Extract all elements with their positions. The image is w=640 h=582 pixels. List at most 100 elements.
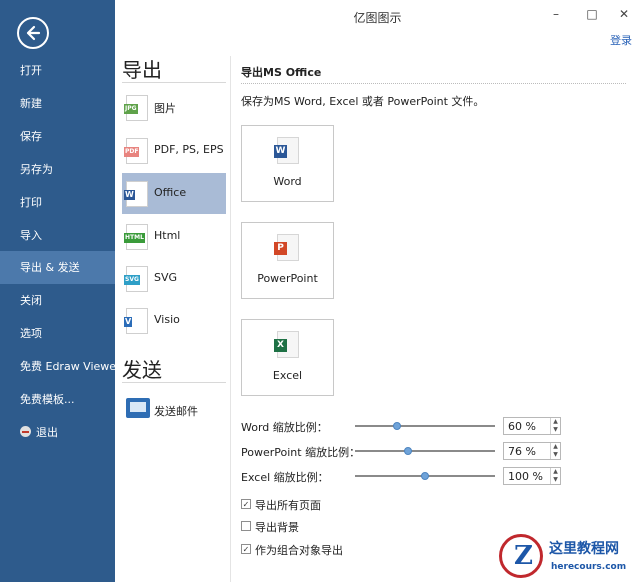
word-scale-row: Word 缩放比例： 60 % ▲ ▼ xyxy=(241,417,561,435)
format-visio[interactable]: V Visio xyxy=(122,300,226,341)
sidebar-item-edraw-viewer[interactable]: 免费 Edraw Viewer xyxy=(0,350,115,383)
jpg-icon: JPG xyxy=(124,95,148,121)
sidebar-item-exit-label: 退出 xyxy=(36,426,58,439)
pdf-icon: PDF xyxy=(124,138,148,164)
format-svg[interactable]: SVG SVG xyxy=(122,258,226,299)
word-scale-slider[interactable] xyxy=(355,425,495,427)
sidebar-item-new[interactable]: 新建 xyxy=(0,87,115,120)
stepper-arrows-icon[interactable]: ▲ ▼ xyxy=(550,418,560,434)
export-word-button[interactable]: W Word xyxy=(241,125,334,202)
word-icon: W xyxy=(124,181,148,207)
export-divider xyxy=(122,82,226,83)
sidebar-item-print[interactable]: 打印 xyxy=(0,186,115,219)
format-svg-label: SVG xyxy=(154,271,178,284)
powerpoint-scale-label: PowerPoint 缩放比例： xyxy=(241,446,361,459)
word-icon: W xyxy=(274,137,299,164)
excel-scale-slider-thumb[interactable] xyxy=(421,472,429,480)
svg-icon: SVG xyxy=(124,266,148,292)
sidebar-item-open[interactable]: 打开 xyxy=(0,54,115,87)
watermark-logo-letter: Z xyxy=(514,541,533,571)
maximize-button[interactable]: □ xyxy=(584,6,600,22)
html-icon: HTML xyxy=(124,224,148,250)
export-heading: 导出 xyxy=(122,58,162,82)
sidebar: 打开 新建 保存 另存为 打印 导入 导出 & 发送 关闭 选项 免费 Edra… xyxy=(0,0,115,582)
excel-label: Excel xyxy=(272,369,303,382)
format-html-label: Html xyxy=(154,229,181,242)
back-arrow-icon[interactable] xyxy=(17,17,49,49)
sidebar-item-export-send[interactable]: 导出 & 发送 xyxy=(0,251,115,284)
sidebar-item-import[interactable]: 导入 xyxy=(0,219,115,252)
word-label: Word xyxy=(273,175,302,188)
format-column: 导出 JPG 图片 PDF PDF, PS, EPS W Office HTML… xyxy=(115,32,230,582)
powerpoint-icon: P xyxy=(274,234,299,261)
format-image[interactable]: JPG 图片 xyxy=(122,87,226,128)
stepper-arrows-icon[interactable]: ▲ ▼ xyxy=(550,443,560,459)
panel-description: 保存为MS Word, Excel 或者 PowerPoint 文件。 xyxy=(241,95,485,108)
powerpoint-scale-value: 76 % xyxy=(508,445,536,458)
watermark-url: herecours.com xyxy=(551,562,627,572)
excel-scale-stepper[interactable]: 100 % ▲ ▼ xyxy=(503,467,561,485)
pdf-tag: PDF xyxy=(124,147,140,157)
sidebar-item-exit[interactable]: 退出 xyxy=(0,416,115,449)
word-scale-label: Word 缩放比例： xyxy=(241,421,328,434)
export-background-checkbox[interactable] xyxy=(241,521,251,531)
visio-icon: V xyxy=(124,308,148,334)
sidebar-item-close[interactable]: 关闭 xyxy=(0,284,115,317)
format-office-label: Office xyxy=(154,186,187,199)
export-background-label: 导出背景 xyxy=(255,521,299,534)
site-watermark: Z 这里教程网 herecours.com xyxy=(489,532,640,582)
format-visio-label: Visio xyxy=(154,313,180,326)
powerpoint-scale-row: PowerPoint 缩放比例： 76 % ▲ ▼ xyxy=(241,442,561,460)
send-heading: 发送 xyxy=(122,358,162,382)
sidebar-item-save-as[interactable]: 另存为 xyxy=(0,153,115,186)
sidebar-item-save[interactable]: 保存 xyxy=(0,120,115,153)
excel-scale-label: Excel 缩放比例： xyxy=(241,471,329,484)
export-as-group-label: 作为组合对象导出 xyxy=(255,544,343,557)
watermark-name: 这里教程网 xyxy=(549,541,619,557)
format-pdf[interactable]: PDF PDF, PS, EPS xyxy=(122,130,226,171)
export-office-panel: 导出MS Office 保存为MS Word, Excel 或者 PowerPo… xyxy=(230,56,640,582)
email-icon xyxy=(126,398,150,418)
word-scale-value: 60 % xyxy=(508,420,536,433)
export-all-pages-checkbox[interactable]: ✓ xyxy=(241,499,251,509)
panel-title: 导出MS Office xyxy=(241,66,322,79)
visio-tag: V xyxy=(124,317,133,327)
powerpoint-scale-slider-thumb[interactable] xyxy=(404,447,413,455)
export-excel-button[interactable]: X Excel xyxy=(241,319,334,396)
login-link[interactable]: 登录 xyxy=(610,32,632,48)
format-office[interactable]: W Office xyxy=(122,173,226,214)
powerpoint-scale-stepper[interactable]: 76 % ▲ ▼ xyxy=(503,442,561,460)
format-image-label: 图片 xyxy=(154,102,176,115)
excel-scale-row: Excel 缩放比例： 100 % ▲ ▼ xyxy=(241,467,561,485)
svg-tag: SVG xyxy=(124,275,140,285)
exit-icon xyxy=(20,426,31,437)
stepper-arrows-icon[interactable]: ▲ ▼ xyxy=(550,468,560,484)
format-pdf-label: PDF, PS, EPS xyxy=(154,143,224,156)
send-email-label: 发送邮件 xyxy=(154,405,198,418)
format-html[interactable]: HTML Html xyxy=(122,216,226,257)
send-divider xyxy=(122,382,226,383)
excel-letter: X xyxy=(274,339,287,352)
powerpoint-letter: P xyxy=(274,242,287,255)
jpg-tag: JPG xyxy=(124,104,138,114)
export-as-group-checkbox[interactable]: ✓ xyxy=(241,544,251,554)
word-letter: W xyxy=(274,145,287,158)
word-scale-stepper[interactable]: 60 % ▲ ▼ xyxy=(503,417,561,435)
close-button[interactable]: ✕ xyxy=(616,6,632,22)
minimize-button[interactable]: – xyxy=(548,6,564,22)
excel-scale-value: 100 % xyxy=(508,470,543,483)
html-tag: HTML xyxy=(124,233,145,243)
panel-divider xyxy=(241,83,626,84)
powerpoint-scale-slider[interactable] xyxy=(355,450,495,452)
powerpoint-label: PowerPoint xyxy=(257,272,318,285)
office-tag: W xyxy=(124,190,135,200)
sidebar-item-options[interactable]: 选项 xyxy=(0,317,115,350)
sidebar-item-templates[interactable]: 免费模板... xyxy=(0,383,115,416)
word-scale-slider-thumb[interactable] xyxy=(393,422,401,430)
watermark-logo-icon: Z xyxy=(499,534,543,578)
send-email[interactable]: 发送邮件 xyxy=(122,392,226,433)
title-bar: 亿图图示 – □ ✕ xyxy=(115,0,640,32)
export-powerpoint-button[interactable]: P PowerPoint xyxy=(241,222,334,299)
export-all-pages-label: 导出所有页面 xyxy=(255,499,321,512)
excel-icon: X xyxy=(274,331,299,358)
